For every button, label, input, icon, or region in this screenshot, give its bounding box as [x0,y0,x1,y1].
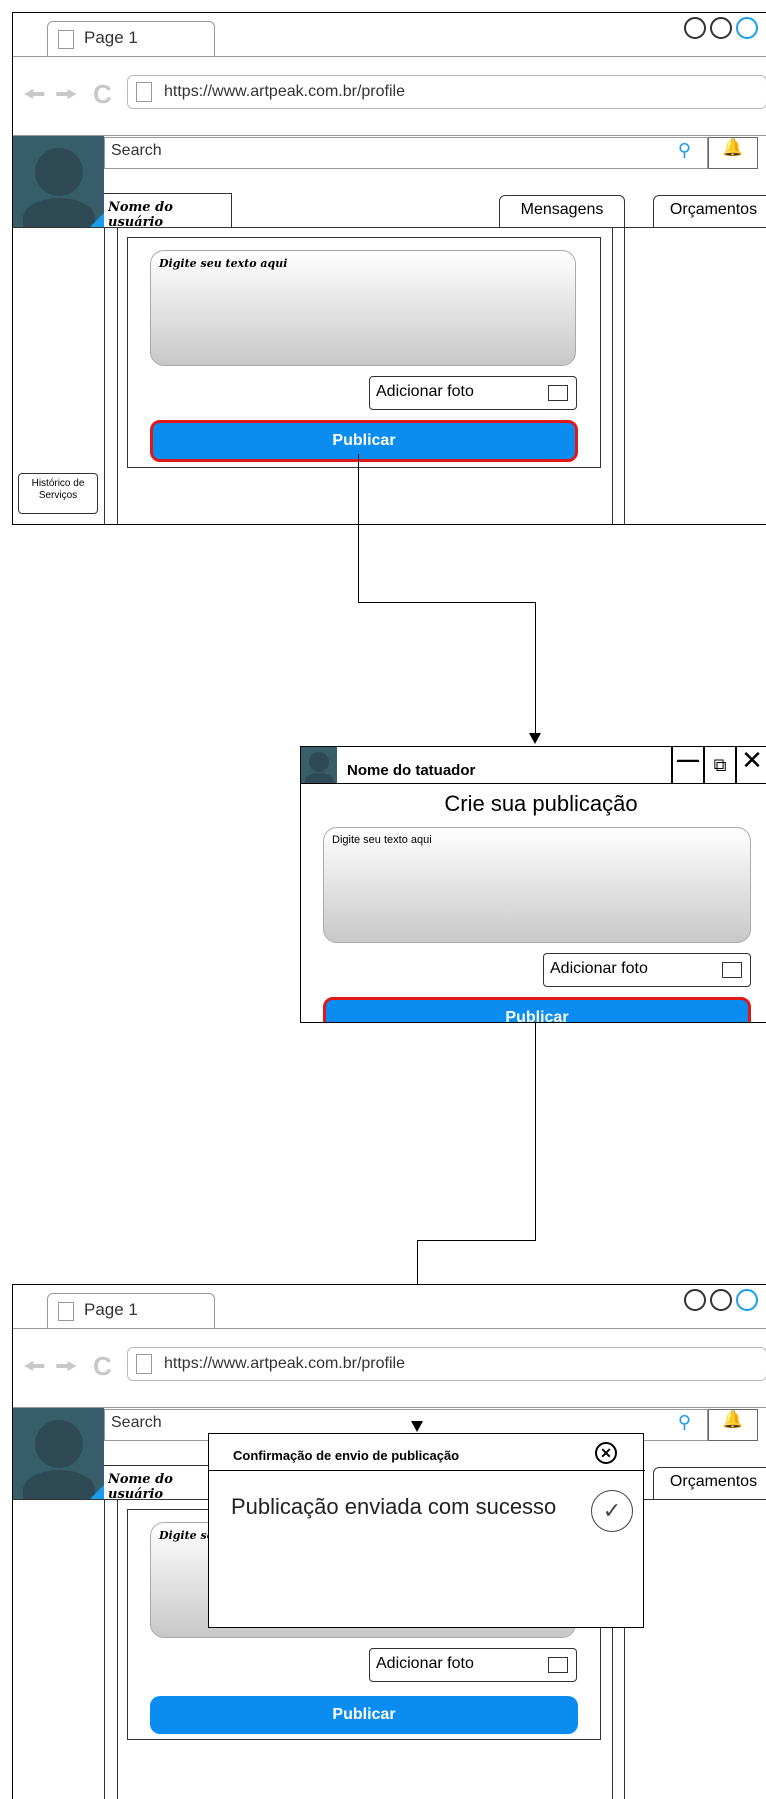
feed-right-border [612,227,613,524]
tab-quotes[interactable]: Orçamentos [653,1467,766,1499]
tab-quotes[interactable]: Orçamentos [653,195,766,227]
minimize-icon[interactable]: — [671,747,703,783]
text-placeholder: Digite seu texto aqui [332,834,432,846]
add-photo-button[interactable]: Adicionar foto [543,953,751,987]
page-icon [136,82,152,102]
confirmation-modal: Confirmação de envio de publicação ✕ Pub… [208,1433,645,1628]
image-icon [722,962,742,978]
window-control-icon[interactable] [710,1289,732,1311]
close-circle-icon[interactable]: ✕ [595,1442,617,1464]
avatar[interactable] [13,136,104,227]
browser-tab[interactable]: Page 1 [47,21,215,57]
url-text: https://www.artpeak.com.br/profile [164,83,405,100]
forward-arrow-icon[interactable]: 🠚 [55,1353,78,1379]
search-placeholder: Search [111,142,162,159]
avatar[interactable] [13,1408,104,1499]
search-placeholder: Search [111,1414,162,1431]
window-control-icon[interactable] [684,17,706,39]
url-text: https://www.artpeak.com.br/profile [164,1355,405,1372]
right-column-border [624,227,625,524]
add-photo-label: Adicionar foto [550,960,648,977]
reload-icon[interactable]: C [93,81,112,107]
window-control-icon[interactable] [736,1289,758,1311]
add-photo-label: Adicionar foto [376,1655,474,1672]
flow-connector [358,454,359,602]
browser-tab-label: Page 1 [84,28,138,47]
reload-icon[interactable]: C [93,1353,112,1379]
tab-baseline [13,1328,766,1329]
search-icon[interactable]: ⚲ [678,1412,691,1433]
post-text-input[interactable]: Digite seu texto aqui [323,827,751,943]
image-icon [548,385,568,401]
modal-title: Confirmação de envio de publicação [233,1448,460,1463]
modal-title-divider [209,1470,645,1471]
author-name: Nome do tatuador [347,762,476,779]
flow-connector [535,602,536,735]
flow-connector [358,602,535,603]
window-control-icon[interactable] [736,17,758,39]
check-circle-icon: ✓ [591,1490,633,1532]
post-text-input[interactable]: Digite seu texto aqui [150,250,576,366]
publish-button[interactable]: Publicar [150,1696,578,1734]
username-tab: Nome do usuário [104,193,232,230]
back-arrow-icon[interactable]: 🠘 [23,1353,46,1379]
forward-arrow-icon[interactable]: 🠚 [55,81,78,107]
add-photo-button[interactable]: Adicionar foto [369,1648,577,1682]
compose-panel: Digite seu texto aqui Adicionar foto Pub… [127,237,601,468]
flow-arrow-icon [529,733,541,744]
publish-button[interactable]: Publicar [323,997,751,1022]
address-bar[interactable]: https://www.artpeak.com.br/profile [127,75,766,109]
toolbar-divider [13,135,766,136]
browser-window-2: Page 1 🠘 🠚 C https://www.artpeak.com.br/… [12,1284,766,1799]
create-post-window: Nome do tatuador — ⧉ ✕ Crie sua publicaç… [300,746,766,1023]
avatar [301,747,337,783]
notification-bell-icon[interactable]: 🔔 [708,1409,758,1441]
toolbar-divider [13,1407,766,1408]
notification-bell-icon[interactable]: 🔔 [708,137,758,169]
back-arrow-icon[interactable]: 🠘 [23,81,46,107]
search-input[interactable]: Search ⚲ [104,137,708,169]
add-photo-label: Adicionar foto [376,383,474,400]
flow-arrow-icon [411,1421,423,1432]
history-button[interactable]: Histórico de Serviços [18,473,98,514]
close-icon[interactable]: ✕ [735,747,766,783]
image-icon [548,1657,568,1673]
page-icon [58,30,74,49]
tab-messages[interactable]: Mensagens [499,195,625,227]
publish-button[interactable]: Publicar [150,420,578,462]
flow-connector [417,1240,536,1241]
dialog-title: Crie sua publicação [444,791,638,816]
page-icon [136,1354,152,1374]
title-bar-border [301,783,766,784]
left-column-border [104,227,105,524]
page-icon [58,1302,74,1321]
address-bar[interactable]: https://www.artpeak.com.br/profile [127,1347,766,1381]
tab-baseline [13,56,766,57]
window-control-icon[interactable] [684,1289,706,1311]
text-placeholder: Digite seu texto aqui [159,257,288,270]
restore-icon[interactable]: ⧉ [703,747,735,783]
content-bottom-border [13,524,766,525]
search-icon[interactable]: ⚲ [678,140,691,161]
content-top-border [13,227,766,228]
feed-left-border [117,1499,118,1799]
success-message: Publicação enviada com sucesso [231,1494,557,1519]
browser-window-1: Page 1 🠘 🠚 C https://www.artpeak.com.br/… [12,12,766,525]
feed-left-border [117,227,118,524]
add-photo-button[interactable]: Adicionar foto [369,376,577,410]
browser-tab-label: Page 1 [84,1300,138,1319]
window-control-icon[interactable] [710,17,732,39]
flow-connector [535,1022,536,1240]
browser-tab[interactable]: Page 1 [47,1293,215,1329]
left-column-border [104,1499,105,1799]
